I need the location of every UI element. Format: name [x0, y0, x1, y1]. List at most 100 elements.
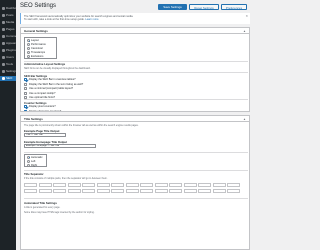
separator-option[interactable] [24, 189, 37, 193]
separator-option[interactable] [125, 189, 139, 193]
collapse-toggle-icon[interactable]: ▲ [243, 28, 246, 34]
option-label[interactable]: Display the SEO Bar in overview tables? [29, 78, 76, 81]
option-checkbox[interactable] [24, 87, 27, 90]
separator-option[interactable] [111, 189, 124, 193]
addition-radio[interactable] [27, 163, 30, 167]
tab-label[interactable]: Performance [31, 43, 46, 46]
option-checkbox[interactable] [24, 78, 27, 81]
separator-option[interactable] [198, 189, 211, 193]
notice-line-2: To start with, take a look at the first-… [21, 18, 250, 21]
sidebar-item-label: Appearance [6, 41, 16, 45]
title-settings-header[interactable]: Title Settings ▲ [21, 116, 249, 122]
sidebar-item[interactable]: Settings [0, 69, 16, 74]
automated-title-heading: Automated Title Settings [24, 201, 57, 205]
automated-title-desc: A title is generated for every page. [24, 206, 61, 209]
separator-option[interactable] [183, 183, 197, 187]
separator-heading: Title Separator [24, 172, 44, 176]
notice-line-2-text: To start with, take a look at the first-… [24, 17, 85, 21]
separator-option[interactable] [227, 183, 240, 187]
separator-option[interactable] [38, 183, 52, 187]
page-title: SEO Settings [20, 3, 57, 9]
tab-label[interactable]: Canonical [31, 47, 43, 50]
separator-option[interactable] [212, 189, 226, 193]
example-title-output: Title — Site Title [24, 133, 66, 137]
addition-label[interactable]: Right [31, 164, 37, 167]
separator-option[interactable] [140, 183, 153, 187]
admin-sidebar: Dashboard Posts Media Pages Comments Appearan… [0, 0, 16, 250]
tab-label[interactable]: Timestamps [31, 51, 45, 54]
separator-option[interactable] [111, 183, 124, 187]
sidebar-item[interactable]: Dashboard [0, 6, 16, 11]
admin-layout-heading: Administrative Layout Settings [24, 62, 66, 66]
tab-radio[interactable] [27, 55, 30, 58]
option-label[interactable]: Display the SEO Bar in the term listing … [29, 83, 83, 86]
dismiss-icon[interactable]: ✕ [245, 14, 248, 18]
sidebar-item[interactable]: Users [0, 55, 16, 60]
separator-option[interactable] [183, 189, 197, 193]
sidebar-item[interactable]: Media [0, 20, 16, 25]
separator-option[interactable] [67, 189, 81, 193]
general-settings-header[interactable]: General Settings ▲ [21, 28, 249, 34]
sidebar-item[interactable]: Posts [0, 13, 16, 18]
separator-option[interactable] [38, 189, 52, 193]
separator-option[interactable] [82, 189, 95, 193]
tab-radio[interactable] [27, 43, 30, 46]
seo-icon [2, 77, 5, 80]
main-content: SEO Settings Save Settings Reset Setting… [16, 0, 250, 250]
sidebar-item[interactable]: Tools [0, 62, 16, 67]
option-label[interactable]: Display character counters? [29, 110, 61, 112]
separator-option[interactable] [140, 189, 153, 193]
pin-icon [2, 14, 5, 17]
addition-label[interactable]: Automatic [31, 156, 43, 159]
save-settings-button[interactable]: Save Settings [158, 4, 187, 10]
sidebar-item[interactable]: SEO [0, 76, 16, 81]
automated-title-desc-2: Some titles may have HTML tags inserted … [24, 211, 95, 214]
option-checkbox[interactable] [24, 82, 27, 86]
tools-icon [2, 63, 5, 66]
sidebar-item[interactable]: Comments [0, 34, 16, 39]
sidebar-item[interactable]: Pages [0, 27, 16, 32]
reset-settings-button[interactable]: Reset Settings [189, 4, 219, 10]
option-label[interactable]: Use a minimal (compact) table layout? [29, 87, 73, 90]
tab-label[interactable]: Layout [31, 39, 39, 42]
comment-icon [2, 35, 5, 38]
separator-option[interactable] [154, 183, 168, 187]
separator-option[interactable] [198, 183, 211, 187]
tab-radio[interactable] [27, 39, 30, 42]
plugin-icon [2, 49, 5, 52]
option-checkbox[interactable] [24, 109, 27, 111]
sidebar-item[interactable]: Appearance [0, 41, 16, 46]
example-homepage-output: Example Homepage — Site Title [24, 144, 96, 148]
separator-option[interactable] [53, 183, 66, 187]
option-checkbox[interactable] [24, 91, 27, 95]
preferences-button[interactable]: Preferences [221, 4, 247, 10]
option-checkbox[interactable] [24, 105, 27, 108]
addition-radio[interactable] [27, 155, 30, 159]
tab-radio[interactable] [27, 47, 30, 50]
separator-option[interactable] [227, 189, 240, 193]
separator-option[interactable] [212, 183, 226, 187]
option-label[interactable]: Use a compact tooltip? [29, 92, 55, 95]
separator-option[interactable] [24, 183, 37, 187]
separator-option[interactable] [154, 189, 168, 193]
info-notice: The SEO framework automatically optimize… [20, 13, 250, 24]
separator-option[interactable] [169, 189, 182, 193]
separator-option[interactable] [67, 183, 81, 187]
tab-radio[interactable] [27, 51, 30, 54]
section-divider [24, 152, 248, 153]
separator-option[interactable] [125, 183, 139, 187]
separator-option[interactable] [96, 189, 110, 193]
sidebar-item-label: Users [6, 55, 14, 59]
separator-option[interactable] [53, 189, 66, 193]
option-label[interactable]: Display pixel counters? [29, 105, 56, 108]
collapse-toggle-icon[interactable]: ▲ [243, 116, 246, 122]
tab-label[interactable]: Exclusions [31, 55, 43, 58]
addition-radio[interactable] [27, 159, 30, 163]
general-settings-title: General Settings [24, 29, 48, 33]
notice-link[interactable]: Learn more [85, 18, 98, 21]
sidebar-item[interactable]: Plugins [0, 48, 16, 53]
separator-option[interactable] [96, 183, 110, 187]
separator-option[interactable] [169, 183, 182, 187]
separator-option[interactable] [82, 183, 95, 187]
addition-label[interactable]: Left [31, 160, 35, 163]
